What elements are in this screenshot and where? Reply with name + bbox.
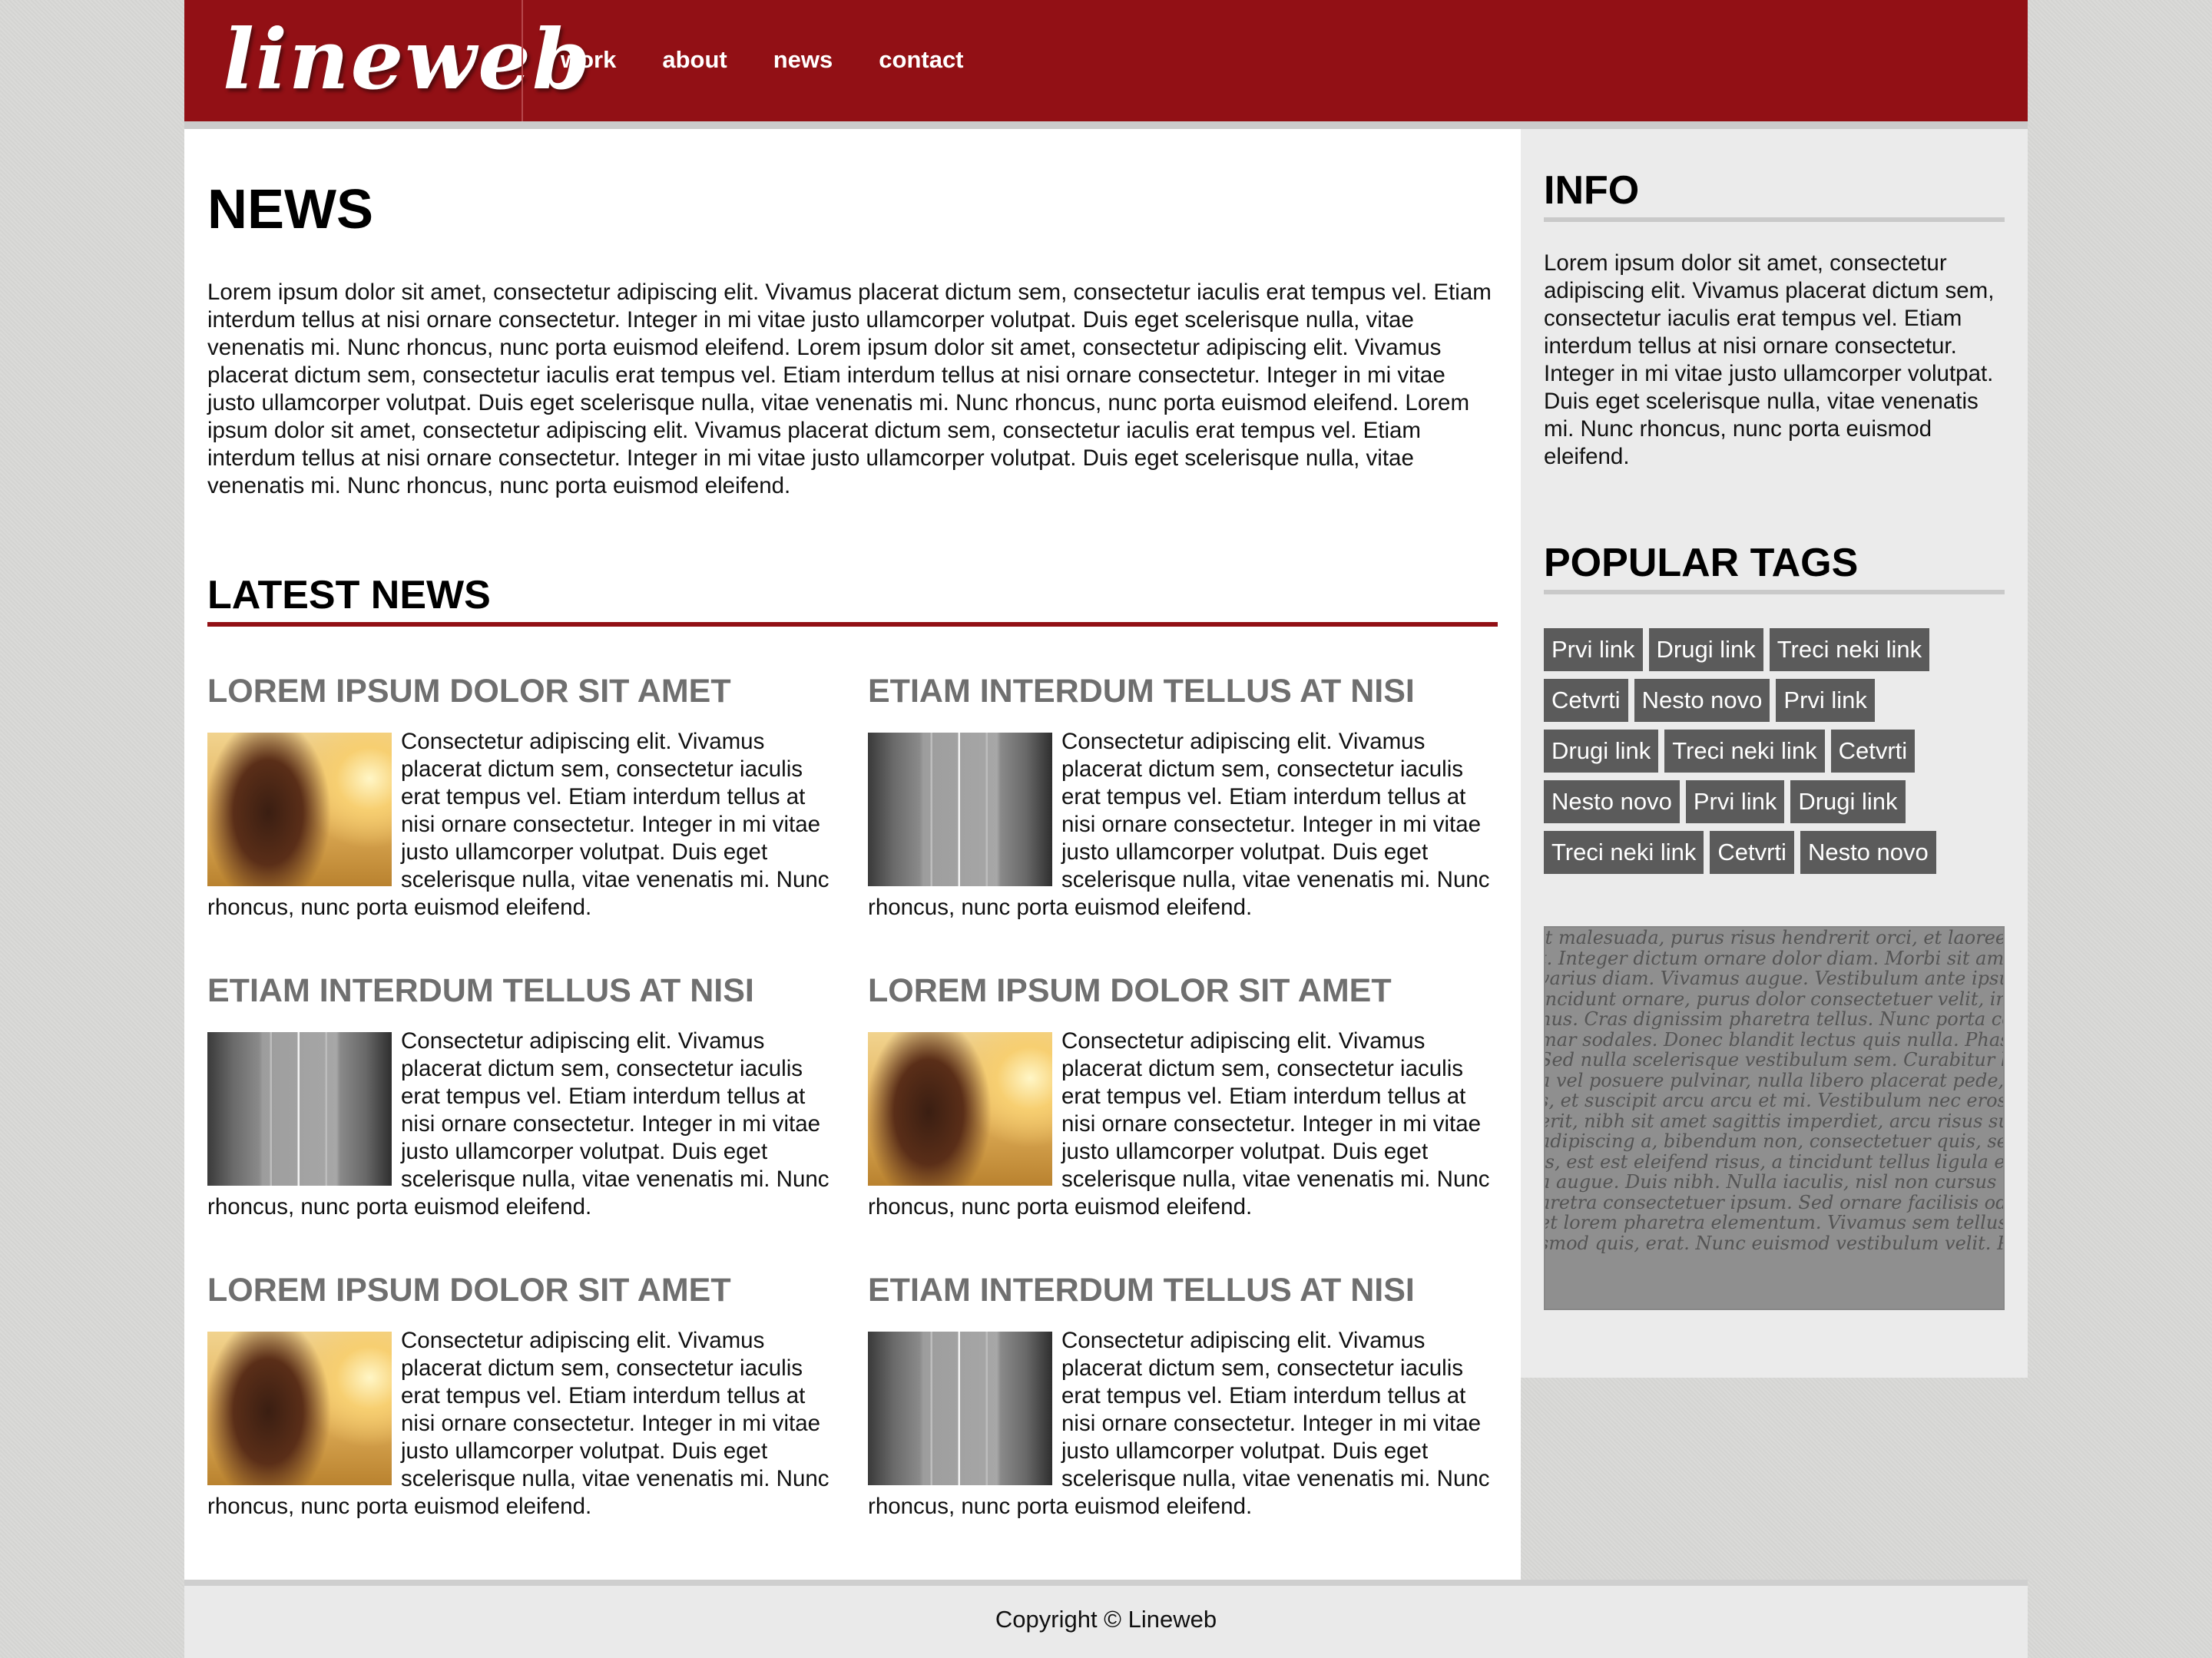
handwritten-script-image: it malesuada, purus risus hendrerit orci… xyxy=(1544,926,2005,1310)
article-title[interactable]: ETIAM INTERDUM TELLUS AT NISI xyxy=(207,968,842,1014)
popular-tags-heading: POPULAR TAGS xyxy=(1544,541,1859,585)
tag-link[interactable]: Drugi link xyxy=(1790,780,1906,823)
site-footer: Copyright © Lineweb xyxy=(184,1586,2028,1658)
tag-cloud: Prvi link Drugi link Treci neki link Cet… xyxy=(1544,628,2005,882)
sidebar: INFO Lorem ipsum dolor sit amet, consect… xyxy=(1521,129,2028,1378)
tag-link[interactable]: Treci neki link xyxy=(1769,628,1930,671)
header-divider xyxy=(184,121,2028,129)
news-article: LOREM IPSUM DOLOR SIT AMET Consectetur a… xyxy=(868,968,1502,1221)
popular-tags-divider xyxy=(1544,590,2005,594)
main-content: NEWS Lorem ipsum dolor sit amet, consect… xyxy=(184,129,1521,1580)
tag-link[interactable]: Nesto novo xyxy=(1800,831,1936,874)
city-road-photo[interactable] xyxy=(868,733,1052,886)
info-heading: INFO xyxy=(1544,168,1640,213)
tag-link[interactable]: Drugi link xyxy=(1544,730,1659,773)
intro-paragraph: Lorem ipsum dolor sit amet, consectetur … xyxy=(207,280,1492,498)
tag-link[interactable]: Cetvrti xyxy=(1710,831,1794,874)
tag-link[interactable]: Cetvrti xyxy=(1830,730,1916,773)
nav-link-news[interactable]: news xyxy=(773,45,833,75)
site-logo[interactable]: lineweb xyxy=(223,14,591,106)
info-text: Lorem ipsum dolor sit amet, consectetur … xyxy=(1544,250,1995,469)
news-article: LOREM IPSUM DOLOR SIT AMET Consectetur a… xyxy=(207,1267,842,1521)
city-road-photo[interactable] xyxy=(868,1332,1052,1485)
tag-link[interactable]: Treci neki link xyxy=(1664,730,1825,773)
news-article: LOREM IPSUM DOLOR SIT AMET Consectetur a… xyxy=(207,668,842,922)
nav-link-work[interactable]: work xyxy=(561,45,616,75)
tag-link[interactable]: Nesto novo xyxy=(1544,780,1680,823)
tag-link[interactable]: Prvi link xyxy=(1776,679,1875,722)
site-header: lineweb work about news contact xyxy=(184,0,2028,121)
news-article: ETIAM INTERDUM TELLUS AT NISI Consectetu… xyxy=(868,668,1502,922)
script-text-lines: it malesuada, purus risus hendrerit orci… xyxy=(1544,927,2005,1254)
tag-link[interactable]: Nesto novo xyxy=(1634,679,1770,722)
main-nav: work about news contact xyxy=(561,45,964,75)
tag-link[interactable]: Cetvrti xyxy=(1544,679,1628,722)
article-title[interactable]: ETIAM INTERDUM TELLUS AT NISI xyxy=(868,668,1502,714)
tag-link[interactable]: Prvi link xyxy=(1544,628,1643,671)
article-title[interactable]: LOREM IPSUM DOLOR SIT AMET xyxy=(207,1267,842,1313)
tag-link[interactable]: Prvi link xyxy=(1685,780,1785,823)
girl-in-field-photo[interactable] xyxy=(868,1032,1052,1186)
nav-link-about[interactable]: about xyxy=(662,45,727,75)
tag-link[interactable]: Drugi link xyxy=(1648,628,1763,671)
article-title[interactable]: ETIAM INTERDUM TELLUS AT NISI xyxy=(868,1267,1502,1313)
copyright-text: Copyright © Lineweb xyxy=(995,1606,1217,1633)
article-title[interactable]: LOREM IPSUM DOLOR SIT AMET xyxy=(207,668,842,714)
news-article: ETIAM INTERDUM TELLUS AT NISI Consectetu… xyxy=(868,1267,1502,1521)
tag-link[interactable]: Treci neki link xyxy=(1544,831,1704,874)
city-road-photo[interactable] xyxy=(207,1032,392,1186)
logo-divider xyxy=(522,0,523,121)
page: lineweb work about news contact NEWS Lor… xyxy=(184,0,2028,1658)
nav-link-contact[interactable]: contact xyxy=(879,45,963,75)
girl-in-field-photo[interactable] xyxy=(207,733,392,886)
info-divider xyxy=(1544,217,2005,222)
news-article: ETIAM INTERDUM TELLUS AT NISI Consectetu… xyxy=(207,968,842,1221)
latest-news-heading: LATEST NEWS xyxy=(207,573,491,617)
girl-in-field-photo[interactable] xyxy=(207,1332,392,1485)
latest-news-divider xyxy=(207,622,1498,627)
article-title[interactable]: LOREM IPSUM DOLOR SIT AMET xyxy=(868,968,1502,1014)
footer-divider xyxy=(184,1580,2028,1586)
page-title: NEWS xyxy=(207,179,373,240)
